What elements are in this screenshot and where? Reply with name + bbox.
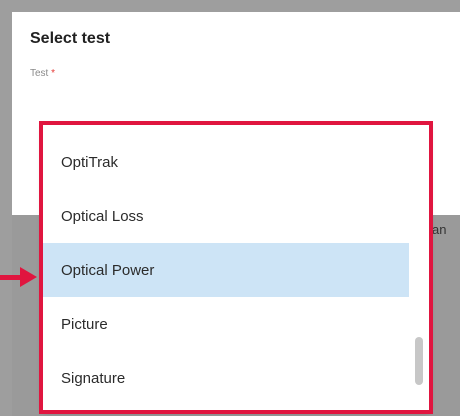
test-field-label: Test *	[30, 68, 55, 79]
screen: Select test Test * an OptiTrak Optical L…	[0, 0, 460, 416]
dropdown-scrollbar-track[interactable]	[411, 125, 429, 410]
required-mark: *	[51, 68, 56, 79]
dialog-title: Select test	[30, 30, 111, 47]
option-optitrak[interactable]: OptiTrak	[43, 135, 409, 189]
option-optical-power[interactable]: Optical Power	[43, 243, 409, 297]
option-optical-loss[interactable]: Optical Loss	[43, 189, 409, 243]
arrow-right-icon-shaft	[0, 275, 22, 280]
test-dropdown-list[interactable]: OptiTrak Optical Loss Optical Power Pict…	[43, 125, 429, 410]
option-signature[interactable]: Signature	[43, 351, 409, 405]
option-picture[interactable]: Picture	[43, 297, 409, 351]
arrow-right-icon	[20, 267, 37, 287]
background-partial-text: an	[432, 222, 447, 237]
dropdown-scrollbar-thumb[interactable]	[415, 337, 423, 385]
test-field-label-text: Test	[30, 68, 49, 79]
